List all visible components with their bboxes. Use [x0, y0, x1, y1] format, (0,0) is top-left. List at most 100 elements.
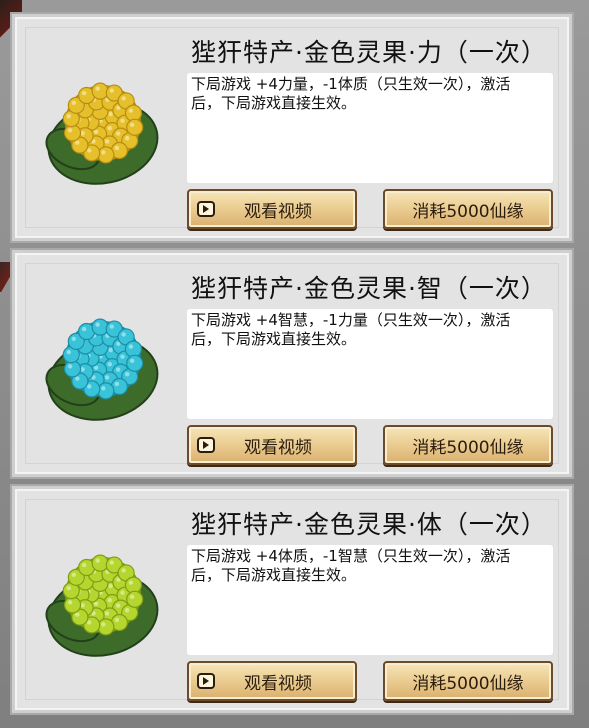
- fruit-highlight: [75, 612, 80, 617]
- fruit-highlight: [67, 364, 73, 369]
- fruit-highlight: [104, 611, 110, 616]
- fruit-highlight: [121, 96, 126, 101]
- fruit-highlight: [87, 620, 92, 625]
- video-play-icon: [197, 437, 215, 453]
- fruit-bump: [63, 360, 82, 378]
- fruit-highlight: [66, 349, 71, 355]
- fruit-highlight: [109, 88, 114, 93]
- fruit-highlight: [75, 140, 80, 145]
- fruit-drawing: [45, 318, 159, 421]
- fruit-highlight: [71, 100, 77, 106]
- item-description: 下局游戏 +4智慧，-1力量（只生效一次），激活 后，下局游戏直接生效。: [191, 311, 511, 348]
- spend-xianyuan-label: 消耗5000仙缘: [412, 201, 524, 222]
- fruit-highlight: [93, 365, 99, 370]
- fruit-highlight: [67, 128, 73, 133]
- fruit-highlight: [120, 590, 125, 595]
- fruit-highlight: [130, 594, 135, 600]
- fruit-bump: [63, 596, 82, 614]
- fruit-bump: [126, 590, 144, 608]
- fruit-highlight: [109, 324, 114, 329]
- fruit-bump: [97, 146, 115, 164]
- fruit-highlight: [67, 600, 73, 605]
- fruit-highlight: [101, 386, 106, 391]
- spend-xianyuan-button[interactable]: 消耗5000仙缘: [383, 425, 553, 465]
- item-card-strength: 狴犴特产·金色灵果·力（一次） 下局游戏 +4力量，-1体质（只生效一次），激活…: [12, 14, 572, 241]
- fruit-highlight: [107, 597, 112, 603]
- fruit-icon: [33, 287, 163, 437]
- fruit-highlight: [71, 572, 77, 578]
- fruit-highlight: [66, 585, 71, 591]
- fruit-highlight: [75, 376, 80, 381]
- item-description-box: 下局游戏 +4力量，-1体质（只生效一次），激活 后，下局游戏直接生效。: [187, 73, 553, 183]
- fruit-highlight: [87, 384, 92, 389]
- fruit-svg: [45, 318, 159, 421]
- item-title: 狴犴特产·金色灵果·智（一次）: [191, 274, 547, 303]
- fruit-drawing: [45, 82, 159, 185]
- fruit-highlight: [108, 583, 113, 589]
- fruit-highlight: [121, 332, 126, 337]
- spend-xianyuan-label: 消耗5000仙缘: [412, 673, 524, 694]
- spend-xianyuan-button[interactable]: 消耗5000仙缘: [383, 661, 553, 701]
- fruit-highlight: [128, 108, 134, 113]
- fruit-bump: [91, 318, 109, 336]
- fruit-icon: [33, 51, 163, 201]
- fruit-highlight: [114, 617, 120, 623]
- fruit-highlight: [93, 601, 99, 606]
- watch-video-label: 观看视频: [244, 673, 312, 694]
- watch-video-button[interactable]: 观看视频: [187, 189, 357, 229]
- fruit-highlight: [108, 347, 113, 353]
- video-play-icon: [197, 673, 215, 689]
- fruit-highlight: [104, 139, 110, 144]
- fruit-bump: [124, 576, 143, 594]
- item-card-constitution: 狴犴特产·金色灵果·体（一次） 下局游戏 +4体质，-1智慧（只生效一次），激活…: [12, 486, 572, 713]
- fruit-highlight: [104, 375, 110, 380]
- fruit-drawing: [45, 554, 159, 657]
- item-description-box: 下局游戏 +4智慧，-1力量（只生效一次），激活 后，下局游戏直接生效。: [187, 309, 553, 419]
- watch-video-button[interactable]: 观看视频: [187, 661, 357, 701]
- fruit-highlight: [114, 145, 120, 151]
- fruit-highlight: [120, 118, 125, 123]
- fruit-highlight: [101, 150, 106, 155]
- fruit-highlight: [124, 607, 130, 613]
- item-card-intelligence: 狴犴特产·金色灵果·智（一次） 下局游戏 +4智慧，-1力量（只生效一次），激活…: [12, 250, 572, 477]
- spend-xianyuan-label: 消耗5000仙缘: [412, 437, 524, 458]
- fruit-highlight: [81, 90, 87, 96]
- fruit-bump: [91, 554, 109, 572]
- fruit-highlight: [128, 580, 134, 585]
- fruit-bump: [126, 354, 144, 372]
- watch-video-label: 观看视频: [244, 201, 312, 222]
- fruit-bump: [126, 118, 144, 136]
- fruit-highlight: [115, 603, 121, 608]
- fruit-highlight: [87, 148, 92, 153]
- fruit-highlight: [107, 361, 112, 367]
- fruit-bump: [124, 340, 143, 358]
- item-description-box: 下局游戏 +4体质，-1智慧（只生效一次），激活 后，下局游戏直接生效。: [187, 545, 553, 655]
- fruit-bump: [63, 124, 82, 142]
- fruit-highlight: [130, 122, 135, 128]
- fruit-icon: [33, 523, 163, 673]
- fruit-highlight: [130, 358, 135, 364]
- fruit-highlight: [81, 562, 87, 568]
- fruit-highlight: [124, 371, 130, 377]
- fruit-highlight: [109, 560, 114, 565]
- fruit-highlight: [115, 367, 121, 372]
- item-description: 下局游戏 +4体质，-1智慧（只生效一次），激活 后，下局游戏直接生效。: [191, 547, 511, 584]
- fruit-highlight: [71, 336, 77, 342]
- fruit-highlight: [66, 113, 71, 119]
- item-description: 下局游戏 +4力量，-1体质（只生效一次），激活 后，下局游戏直接生效。: [191, 75, 511, 112]
- item-title: 狴犴特产·金色灵果·力（一次）: [191, 38, 547, 67]
- fruit-highlight: [95, 322, 100, 327]
- watch-video-button[interactable]: 观看视频: [187, 425, 357, 465]
- watch-video-label: 观看视频: [244, 437, 312, 458]
- fruit-highlight: [120, 354, 125, 359]
- spend-xianyuan-button[interactable]: 消耗5000仙缘: [383, 189, 553, 229]
- fruit-highlight: [124, 135, 130, 141]
- fruit-bump: [91, 82, 109, 100]
- fruit-highlight: [108, 111, 113, 117]
- fruit-bump: [97, 618, 115, 636]
- fruit-highlight: [107, 125, 112, 131]
- fruit-highlight: [115, 131, 121, 136]
- fruit-highlight: [101, 622, 106, 627]
- fruit-highlight: [95, 86, 100, 91]
- fruit-highlight: [121, 568, 126, 573]
